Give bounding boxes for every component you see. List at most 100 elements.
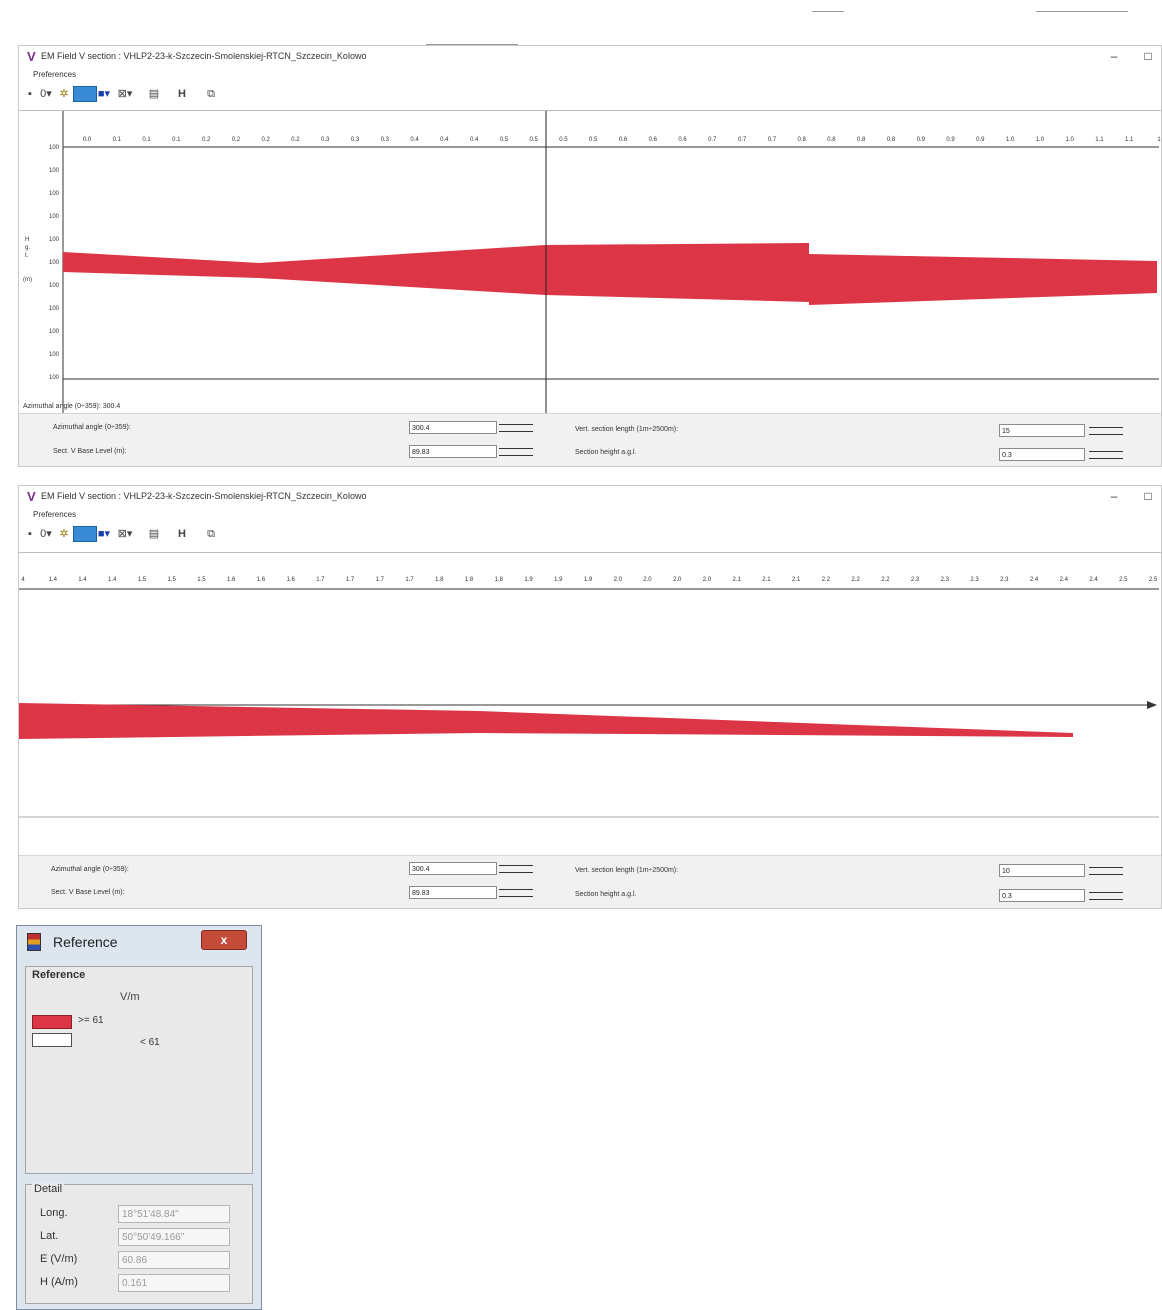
y-tick-label: 100 <box>49 352 60 358</box>
x-tick-label: 0.0 <box>83 137 92 143</box>
x-tick-label: 1.1 <box>1125 137 1134 143</box>
detail-label-h: H (A/m) <box>40 1276 78 1288</box>
x-tick-label: 2.3 <box>970 577 979 583</box>
h-field-button[interactable]: H <box>175 526 189 542</box>
menu-preferences[interactable]: Preferences <box>33 70 76 79</box>
y-tick-label: 100 <box>49 283 60 289</box>
x-tick-label: 1.4 <box>49 577 58 583</box>
printer-icon[interactable]: ▪ <box>25 86 35 102</box>
base-level-spinner[interactable] <box>499 445 533 460</box>
grid-dropdown-button[interactable]: ⊠▾ <box>115 86 135 102</box>
legend-swatch-high <box>32 1015 72 1029</box>
maximize-button[interactable]: □ <box>1139 488 1157 504</box>
y-tick-label: 100 <box>49 306 60 312</box>
x-tick-label: 0.5 <box>559 137 568 143</box>
x-tick-label: 0.9 <box>917 137 926 143</box>
base-level-spinner[interactable] <box>499 886 533 901</box>
grid-dropdown-button[interactable]: ⊠▾ <box>115 526 135 542</box>
section-length-spinner[interactable] <box>1089 424 1123 439</box>
gear-icon[interactable]: ✲ <box>57 86 71 102</box>
x-tick-label: 0.9 <box>946 137 955 143</box>
controls-panel-1: Azimuthal angle (0÷359): 300.4 Sect. V B… <box>19 413 1161 466</box>
y-tick-label: 100 <box>49 145 60 151</box>
reference-dialog: Reference x Reference V/m >= 61 < 61 Det… <box>16 925 262 1310</box>
controls-panel-2: Azimuthal angle (0÷359): 300.4 Sect. V B… <box>19 855 1161 908</box>
x-tick-label: 0.5 <box>529 137 538 143</box>
x-tick-label: 1.6 <box>227 577 236 583</box>
azimuth-label: Azimuthal angle (0÷359): <box>53 424 131 431</box>
color-swatch-button[interactable]: ■▾ <box>97 86 111 102</box>
window-title: EM Field V section : VHLP2-23-k-Szczecin… <box>41 51 367 61</box>
y-tick-label: 100 <box>49 237 60 243</box>
scan-mark <box>812 11 844 12</box>
zero-dropdown-button[interactable]: 0▾ <box>37 526 55 542</box>
minimize-button[interactable]: – <box>1105 488 1123 504</box>
x-tick-label: 2.3 <box>1000 577 1009 583</box>
minimize-button[interactable]: – <box>1105 48 1123 64</box>
section-height-spinner[interactable] <box>1089 448 1123 463</box>
detail-label-lat: Lat. <box>40 1230 59 1242</box>
section-length-spinner[interactable] <box>1089 864 1123 879</box>
x-tick-label: 0.6 <box>649 137 658 143</box>
section-plot-1[interactable]: H g. t. (m) 0.0 0.1 0.1 0.1 0.2 0.2 0.2 0.2 0.3 0… <box>19 110 1161 415</box>
x-tick-label: 0.7 <box>768 137 777 143</box>
x-tick-label: 2.1 <box>762 577 771 583</box>
export-icon[interactable]: ⧉ <box>203 86 219 102</box>
azimuth-spinner[interactable] <box>499 421 533 436</box>
x-tick-label: 0.1 <box>172 137 181 143</box>
azimuth-readout: Azimuthal angle (0÷359): 300.4 <box>23 403 121 410</box>
h-field-button[interactable]: H <box>175 86 189 102</box>
x-tick-label: 1.6 <box>257 577 266 583</box>
section-height-label: Section height a.g.l. <box>575 449 637 456</box>
x-tick-label: 0.8 <box>887 137 896 143</box>
document-icon[interactable]: ▤ <box>147 86 161 102</box>
section-plot-2[interactable]: 4 1.4 1.4 1.4 1.5 1.5 1.5 1.6 1.6 1.6 1.7 1.7 1.7 1.7… <box>19 552 1161 857</box>
y-axis-title: t. <box>25 253 29 259</box>
x-tick-label: 1.8 <box>495 577 504 583</box>
base-level-label: Sect. V Base Level (m): <box>51 889 125 896</box>
x-tick-label: 0.8 <box>857 137 866 143</box>
section-height-input[interactable]: 0.3 <box>999 889 1085 902</box>
x-tick-label: 2.3 <box>941 577 950 583</box>
zero-dropdown-button[interactable]: 0▾ <box>37 86 55 102</box>
view-toggle-button[interactable] <box>73 86 97 102</box>
scan-mark <box>1036 11 1128 12</box>
x-tick-label: 0.9 <box>976 137 985 143</box>
x-tick-label: 0.4 <box>470 137 479 143</box>
azimuth-input[interactable]: 300.4 <box>409 421 497 434</box>
y-tick-label: 100 <box>49 260 60 266</box>
color-swatch-button[interactable]: ■▾ <box>97 526 111 542</box>
export-icon[interactable]: ⧉ <box>203 526 219 542</box>
x-tick-label: 1.0 <box>1036 137 1045 143</box>
menu-preferences[interactable]: Preferences <box>33 510 76 519</box>
title-bar: V EM Field V section : VHLP2-23-k-Szczec… <box>19 46 1161 68</box>
x-tick-label: 1.7 <box>346 577 355 583</box>
legend-label-high: >= 61 <box>78 1015 104 1026</box>
azimuth-input[interactable]: 300.4 <box>409 862 497 875</box>
x-tick-label: 2.4 <box>1030 577 1039 583</box>
x-tick-label: 0.2 <box>202 137 211 143</box>
document-icon[interactable]: ▤ <box>147 526 161 542</box>
maximize-button[interactable]: □ <box>1139 48 1157 64</box>
detail-value-lat: 50°50'49.166" <box>118 1228 230 1246</box>
y-tick-label: 100 <box>49 329 60 335</box>
x-tick-label: 1.8 <box>465 577 474 583</box>
section-height-input[interactable]: 0.3 <box>999 448 1085 461</box>
section-chart-1: H g. t. (m) 0.0 0.1 0.1 0.1 0.2 0.2 0.2 0.2 0.3 0… <box>23 111 1161 415</box>
base-level-input[interactable]: 89.83 <box>409 445 497 458</box>
gear-icon[interactable]: ✲ <box>57 526 71 542</box>
section-length-input[interactable]: 15 <box>999 424 1085 437</box>
azimuth-spinner[interactable] <box>499 862 533 877</box>
section-length-input[interactable]: 10 <box>999 864 1085 877</box>
window-title: EM Field V section : VHLP2-23-k-Szczecin… <box>41 491 367 501</box>
y-tick-label: 100 <box>49 168 60 174</box>
section-height-label: Section height a.g.l. <box>575 891 637 898</box>
detail-panel: Detail Long. 18°51'48.84" Lat. 50°50'49.… <box>25 1183 253 1304</box>
close-button[interactable]: x <box>201 930 247 950</box>
x-tick-label: 1.6 <box>286 577 295 583</box>
x-tick-label: 1.5 <box>138 577 147 583</box>
view-toggle-button[interactable] <box>73 526 97 542</box>
section-height-spinner[interactable] <box>1089 889 1123 904</box>
base-level-input[interactable]: 89.83 <box>409 886 497 899</box>
printer-icon[interactable]: ▪ <box>25 526 35 542</box>
